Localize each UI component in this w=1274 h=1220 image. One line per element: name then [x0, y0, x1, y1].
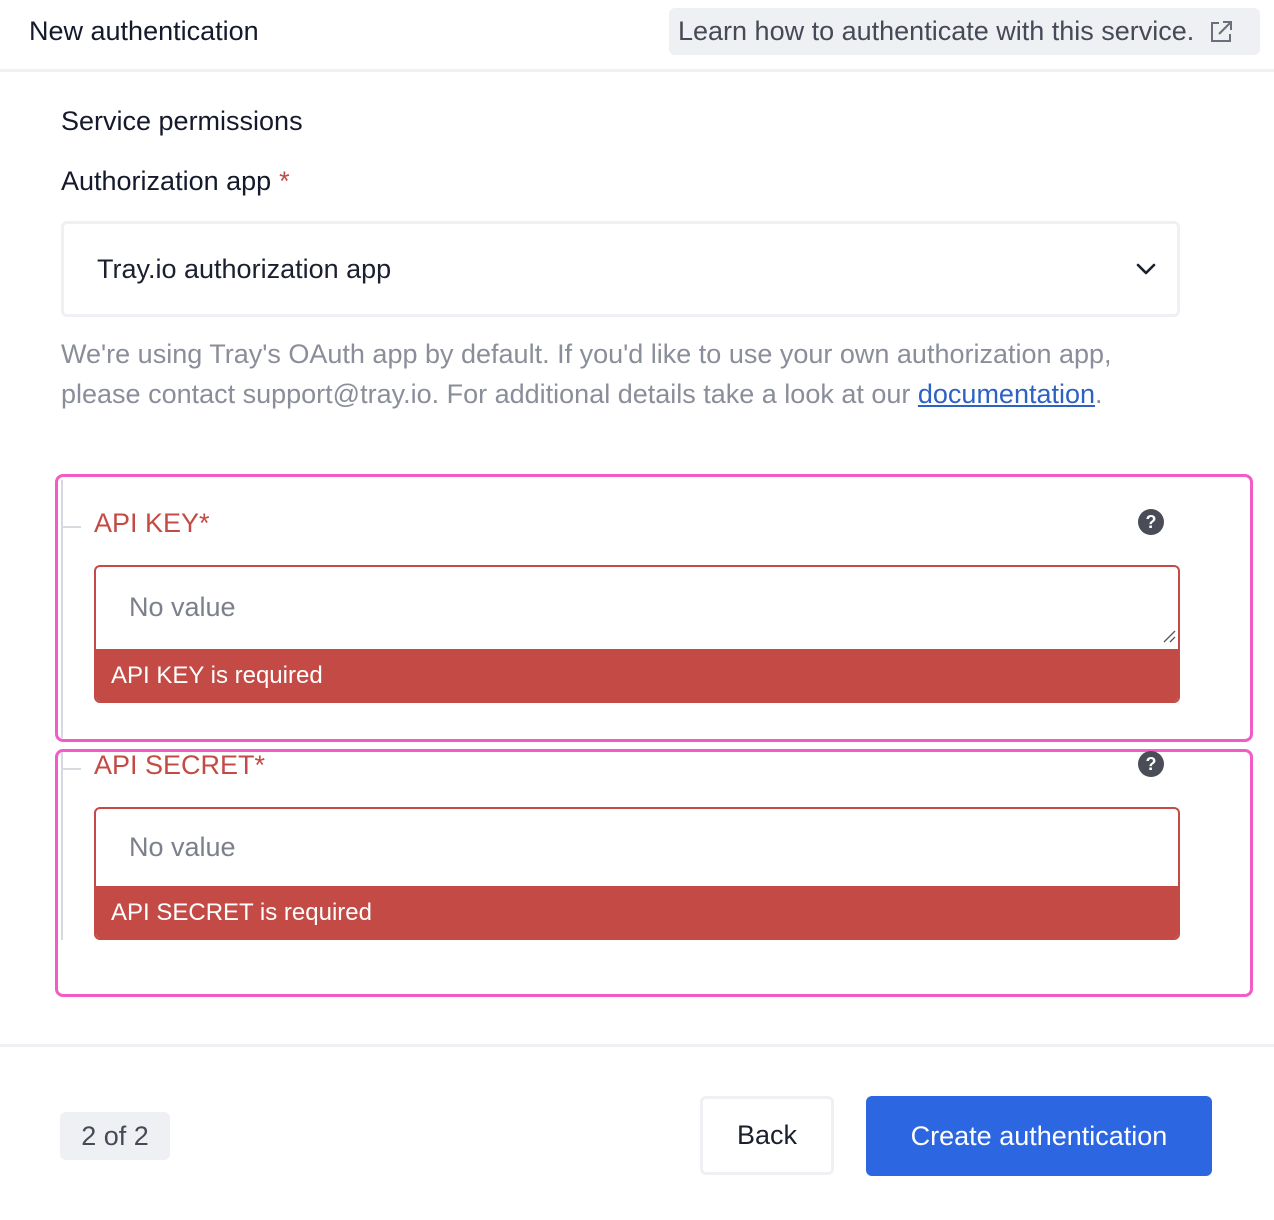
tree-connector [61, 480, 63, 738]
create-authentication-button[interactable]: Create authentication [866, 1096, 1212, 1176]
api-key-input[interactable]: No value [96, 567, 1178, 647]
tree-tick [61, 526, 81, 528]
new-authentication-dialog: New authentication Learn how to authenti… [0, 0, 1274, 1220]
auth-app-selected-value: Tray.io authorization app [97, 254, 392, 284]
svg-text:?: ? [1146, 512, 1157, 532]
footer-divider [0, 1044, 1274, 1047]
dialog-header: New authentication Learn how to authenti… [0, 0, 1274, 72]
external-link-icon [1208, 19, 1234, 45]
tree-tick [61, 768, 81, 770]
documentation-link[interactable]: documentation [918, 379, 1095, 409]
api-key-error: API KEY is required [96, 649, 1178, 701]
back-button[interactable]: Back [700, 1096, 834, 1175]
tree-connector [61, 752, 63, 940]
auth-help-text-end: . [1095, 379, 1103, 409]
api-secret-label: API SECRET* [94, 750, 266, 780]
section-title: Service permissions [61, 106, 303, 136]
learn-auth-link[interactable]: Learn how to authenticate with this serv… [669, 8, 1260, 55]
dialog-title: New authentication [29, 16, 259, 46]
step-indicator: 2 of 2 [60, 1112, 170, 1160]
api-secret-input[interactable]: No value [96, 809, 1178, 885]
api-key-field: No value API KEY is required [94, 565, 1180, 703]
api-secret-field: No value API SECRET is required [94, 807, 1180, 940]
auth-help-text: We're using Tray's OAuth app by default.… [61, 334, 1181, 414]
auth-app-label: Authorization app * [61, 166, 290, 197]
auth-app-select[interactable]: Tray.io authorization app [61, 221, 1180, 317]
required-asterisk: * [279, 166, 290, 196]
resize-handle-icon[interactable] [1162, 629, 1176, 643]
question-circle-icon[interactable]: ? [1137, 750, 1165, 778]
question-circle-icon[interactable]: ? [1137, 508, 1165, 536]
auth-app-label-text: Authorization app [61, 166, 272, 196]
svg-text:?: ? [1146, 754, 1157, 774]
api-secret-error: API SECRET is required [96, 886, 1178, 938]
learn-auth-link-label: Learn how to authenticate with this serv… [678, 16, 1195, 46]
api-key-label: API KEY* [94, 508, 210, 538]
chevron-down-icon [1134, 260, 1158, 278]
